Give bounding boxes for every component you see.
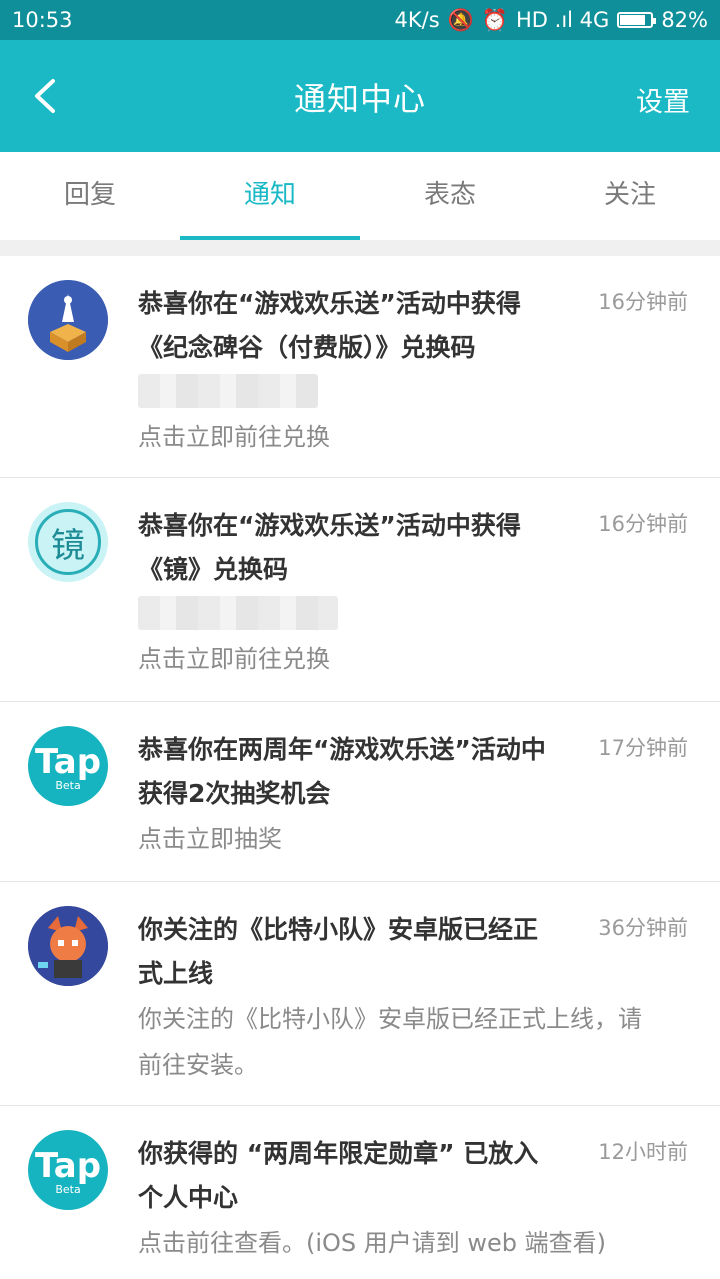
- notification-list: 16分钟前 恭喜你在“游戏欢乐送”活动中获得《纪念碑谷（付费版）》兑换码 点击立…: [0, 256, 720, 1279]
- status-time: 10:53: [12, 8, 73, 32]
- tab-reactions[interactable]: 表态: [360, 152, 540, 240]
- tap-logo-icon: Tap Beta: [28, 726, 108, 806]
- mirror-logo-mark: 镜: [35, 509, 101, 575]
- mirror-game-icon: 镜: [28, 502, 108, 582]
- notification-subtitle: 点击立即前往兑换: [138, 645, 330, 673]
- status-right: 4K/s 🔕 ⏰ HD .ıl 4G 82%: [395, 8, 708, 33]
- tap-logo-text: Tap: [34, 742, 102, 782]
- tap-logo-icon: Tap Beta: [28, 1130, 108, 1210]
- notification-item[interactable]: 16分钟前 恭喜你在“游戏欢乐送”活动中获得《纪念碑谷（付费版）》兑换码 点击立…: [0, 256, 720, 478]
- tap-logo-beta: Beta: [55, 779, 81, 792]
- tab-follow[interactable]: 关注: [540, 152, 720, 240]
- net-speed: 4K/s: [394, 8, 440, 32]
- redacted-code: [138, 374, 318, 408]
- battery-icon: [617, 12, 657, 28]
- notification-item[interactable]: Tap Beta 17分钟前 恭喜你在两周年“游戏欢乐送”活动中获得2次抽奖机会…: [0, 702, 720, 882]
- tap-logo-text: Tap: [34, 1146, 102, 1186]
- battery-percent: 82%: [661, 8, 708, 32]
- notification-subtitle: 点击前往查看。(iOS 用户请到 web 端查看): [138, 1229, 607, 1257]
- tap-logo-beta: Beta: [55, 1183, 81, 1196]
- notification-item[interactable]: 36分钟前 你关注的《比特小队》安卓版已经正式上线 你关注的《比特小队》安卓版已…: [0, 882, 720, 1106]
- notification-subtitle: 你关注的《比特小队》安卓版已经正式上线，请前往安装。: [138, 1005, 642, 1079]
- notification-subtitle: 点击立即抽奖: [138, 825, 282, 853]
- section-divider: [0, 240, 720, 256]
- app-bar: 通知中心 设置: [0, 40, 720, 152]
- monument-valley-icon: [28, 280, 108, 360]
- page-title: 通知中心: [293, 80, 426, 118]
- notification-time: 12小时前: [598, 1140, 688, 1164]
- tab-notifications[interactable]: 通知: [180, 152, 360, 240]
- status-bar: 10:53 4K/s 🔕 ⏰ HD .ıl 4G 82%: [0, 0, 720, 40]
- redacted-code: [138, 596, 338, 630]
- notification-time: 36分钟前: [598, 916, 688, 940]
- notification-time: 17分钟前: [598, 736, 688, 760]
- bit-squad-icon: [28, 906, 108, 986]
- bell-muted-icon: 🔕: [447, 7, 474, 32]
- notification-time: 16分钟前: [598, 512, 688, 536]
- notification-subtitle: 点击立即前往兑换: [138, 423, 330, 451]
- network-status: HD .ıl 4G: [516, 8, 610, 32]
- alarm-icon: ⏰: [481, 7, 509, 32]
- tab-bar: 回复 通知 表态 关注: [0, 152, 720, 240]
- notification-time: 16分钟前: [598, 290, 688, 314]
- notification-item[interactable]: 镜 16分钟前 恭喜你在“游戏欢乐送”活动中获得《镜》兑换码 点击立即前往兑换: [0, 478, 720, 702]
- tab-reply[interactable]: 回复: [0, 152, 180, 240]
- settings-button[interactable]: 设置: [636, 80, 690, 119]
- notification-item[interactable]: Tap Beta 12小时前 你获得的 “两周年限定勋章” 已放入个人中心 点击…: [0, 1106, 720, 1279]
